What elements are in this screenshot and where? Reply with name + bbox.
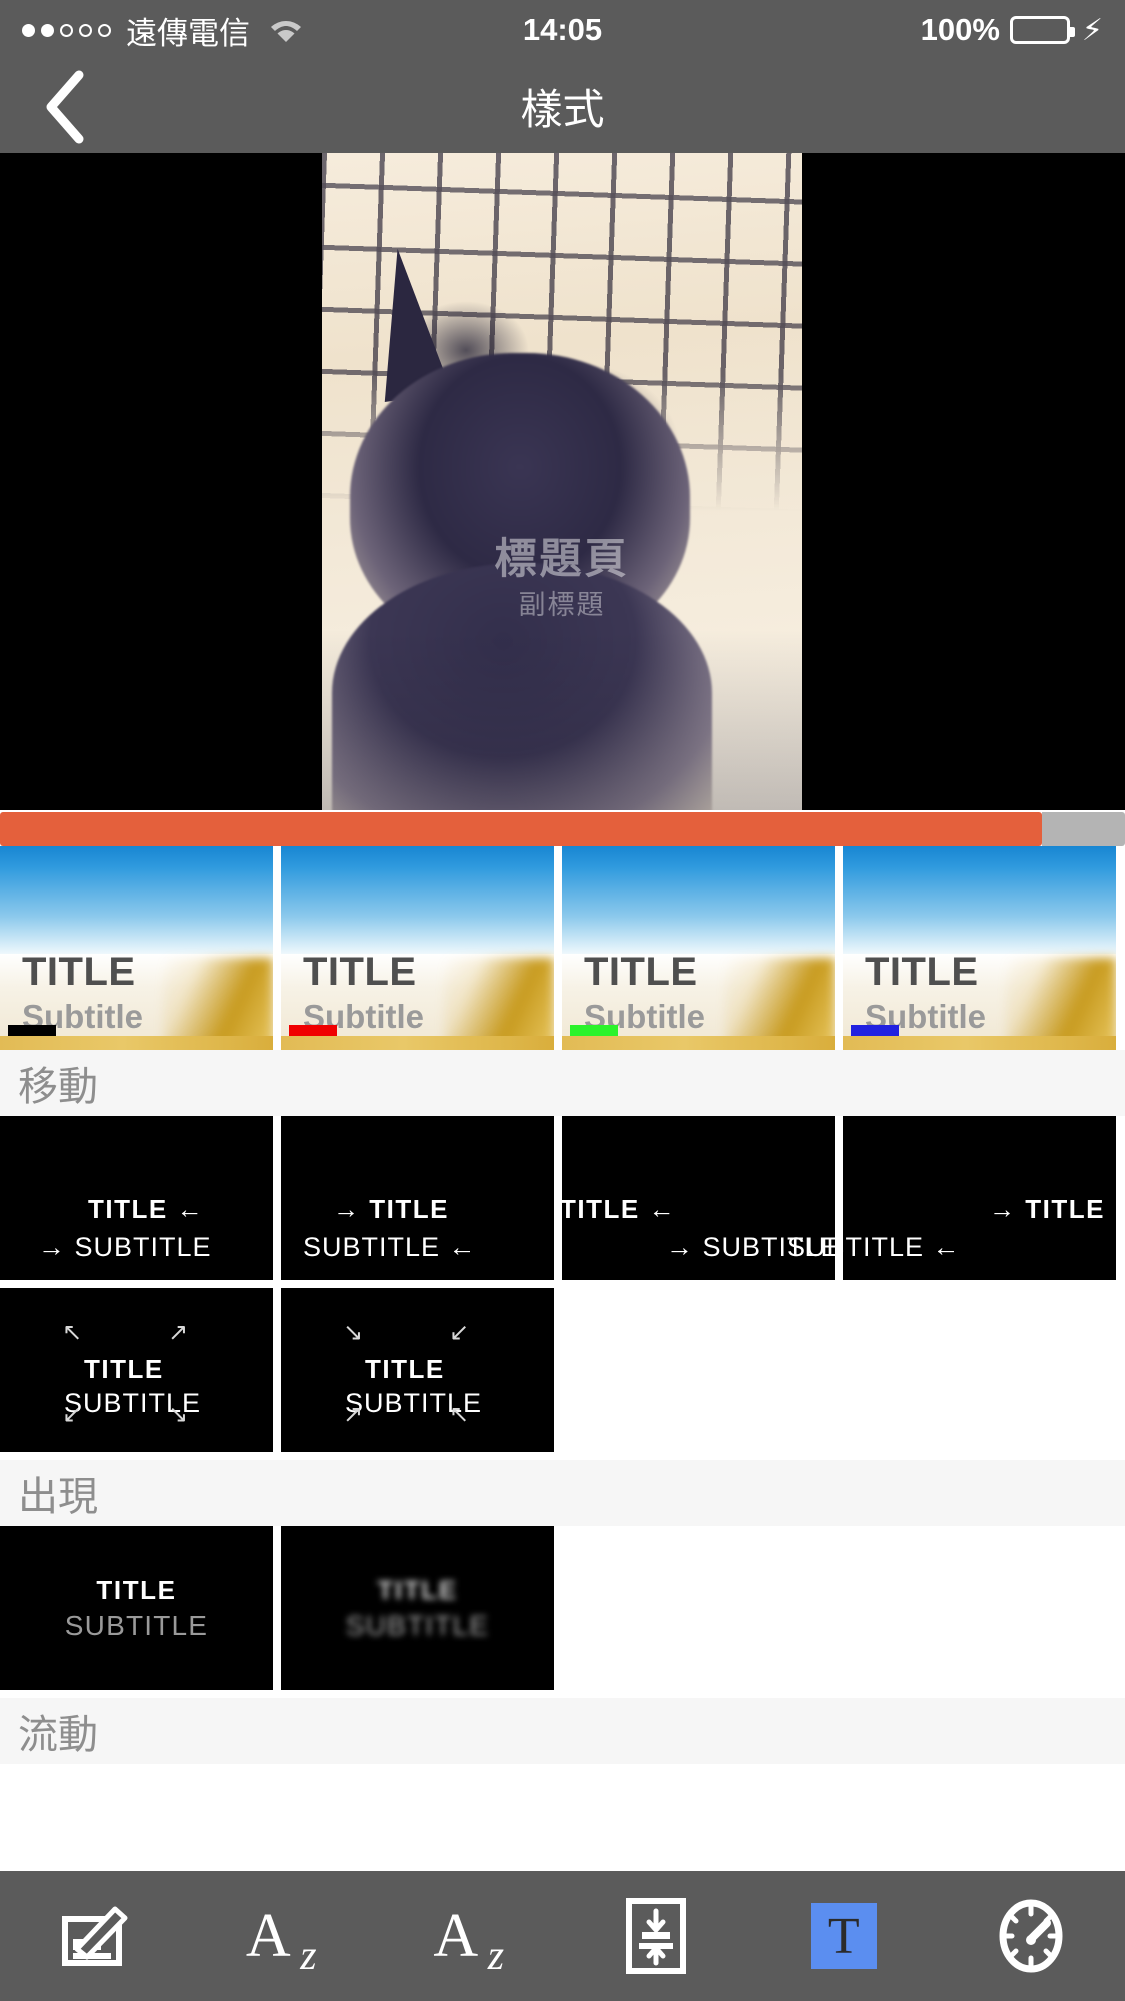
edit-signature-button[interactable] xyxy=(0,1871,188,2001)
motion-card-row-2: ↖ ↗ TITLE SUBTITLE ↙ ↘ ↘ ↙ TITLE SUBTITL… xyxy=(0,1288,1125,1452)
appear-title: TITLE xyxy=(377,1574,458,1605)
arrow-left-icon: ← xyxy=(932,1232,961,1262)
motion-subtitle: SUBTITLE xyxy=(74,1232,212,1262)
carrier-label: 遠傳電信 xyxy=(126,15,250,51)
battery-icon xyxy=(1009,16,1075,44)
arrow-right-icon: → xyxy=(989,1194,1017,1224)
arrow-down-left-icon: ↙ xyxy=(62,1401,83,1428)
appear-subtitle: SUBTITLE xyxy=(345,1609,490,1641)
appear-subtitle: SUBTITLE xyxy=(64,1609,209,1641)
page-title: 樣式 xyxy=(520,86,605,133)
arrow-up-right-icon: ↗ xyxy=(343,1401,364,1428)
back-button[interactable] xyxy=(14,60,114,153)
text-style-t-icon: T xyxy=(810,1903,877,1969)
card-accent-bar xyxy=(851,1025,899,1036)
card-accent-bar xyxy=(8,1025,56,1036)
card-sky xyxy=(0,846,273,960)
card-bottom-strip xyxy=(843,1036,1116,1050)
scrubber-fill[interactable] xyxy=(0,812,1042,846)
wifi-icon xyxy=(269,17,303,43)
motion-card[interactable]: TITLE ← → SUBTITLE xyxy=(0,1116,273,1280)
section-heading-flow: 流動 xyxy=(0,1698,1125,1764)
motion-subtitle: SUBTITLE xyxy=(787,1232,925,1262)
arrow-up-left-icon: ↖ xyxy=(62,1319,83,1346)
appear-card[interactable]: TITLE SUBTITLE xyxy=(281,1526,554,1690)
battery-percent-label: 100% xyxy=(920,12,1000,47)
motion-card[interactable]: → TITLE SUBTITLE ← xyxy=(281,1116,554,1280)
line-spacing-icon xyxy=(626,1898,687,1974)
arrow-right-icon: → xyxy=(333,1194,361,1224)
style-card[interactable]: TITLE Subtitle xyxy=(0,846,273,1050)
signal-strength-icon xyxy=(22,23,111,37)
motion-card[interactable]: → TITLE SUBTITLE ← xyxy=(787,1116,1116,1280)
overlay-subtitle[interactable]: 副標題 xyxy=(322,583,802,622)
motion-title: TITLE xyxy=(369,1194,449,1224)
arrow-left-icon: ← xyxy=(648,1194,676,1224)
card-bottom-strip xyxy=(281,1036,554,1050)
edit-signature-icon xyxy=(61,1906,128,1966)
motion-card[interactable]: ↘ ↙ TITLE SUBTITLE ↗ ↖ xyxy=(281,1288,554,1452)
font-size-az-icon: Az xyxy=(433,1902,505,1979)
motion-title: TITLE xyxy=(1025,1194,1105,1224)
preview-photo: 標題頁 副標題 xyxy=(322,153,802,810)
card-sky xyxy=(281,846,554,960)
scrubber-track[interactable] xyxy=(1042,812,1125,846)
status-bar: 遠傳電信 14:05 100% ⚡ xyxy=(0,0,1125,60)
card-title: TITLE xyxy=(303,950,417,994)
card-title: TITLE xyxy=(22,950,136,994)
line-spacing-button[interactable] xyxy=(563,1871,751,2001)
arrow-right-icon: → xyxy=(666,1232,694,1262)
status-bar-left: 遠傳電信 xyxy=(22,8,563,53)
arrow-left-icon: ← xyxy=(448,1232,477,1262)
style-card[interactable]: TITLE Subtitle xyxy=(843,846,1116,1050)
motion-card-row: TITLE ← → SUBTITLE → TITLE SUBTITLE ← TI… xyxy=(0,1116,1125,1280)
arrow-down-left-icon: ↙ xyxy=(449,1319,470,1346)
chevron-left-icon xyxy=(46,70,84,143)
motion-title: TITLE xyxy=(365,1354,445,1384)
card-accent-bar xyxy=(289,1025,337,1036)
app-root: 遠傳電信 14:05 100% ⚡ 樣式 標題頁 副標題 TITLE Subti… xyxy=(0,0,1125,2001)
arrow-left-icon: ← xyxy=(176,1194,204,1224)
bolt-icon: ⚡ xyxy=(1081,13,1103,47)
card-title: TITLE xyxy=(865,950,979,994)
card-accent-bar xyxy=(570,1025,618,1036)
appear-card[interactable]: TITLE SUBTITLE xyxy=(0,1526,273,1690)
appear-card-row: TITLE SUBTITLE TITLE SUBTITLE xyxy=(0,1526,1125,1690)
font-size-button[interactable]: Az xyxy=(375,1871,563,2001)
arrow-up-left-icon: ↖ xyxy=(449,1401,470,1428)
motion-title: TITLE xyxy=(560,1194,640,1224)
status-bar-right: 100% ⚡ xyxy=(563,12,1103,48)
arrow-down-right-icon: ↘ xyxy=(168,1401,189,1428)
section-heading-appear: 出現 xyxy=(0,1460,1125,1526)
section-heading-move: 移動 xyxy=(0,1050,1125,1116)
motion-title: TITLE xyxy=(84,1354,164,1384)
speed-gauge-icon xyxy=(999,1899,1063,1973)
card-title: TITLE xyxy=(584,950,698,994)
nav-bar: 樣式 xyxy=(0,60,1125,153)
style-card[interactable]: TITLE Subtitle xyxy=(281,846,554,1050)
font-az-icon: Az xyxy=(245,1902,317,1979)
motion-subtitle: SUBTITLE xyxy=(303,1232,441,1262)
speed-button[interactable] xyxy=(938,1871,1125,2001)
style-card[interactable]: TITLE Subtitle xyxy=(562,846,835,1050)
appear-title: TITLE xyxy=(96,1574,177,1605)
text-style-button[interactable]: T xyxy=(750,1871,938,2001)
timeline-scrubber[interactable] xyxy=(0,812,1125,846)
style-card-row: TITLE Subtitle TITLE Subtitle TITLE Subt… xyxy=(0,846,1125,1050)
card-bottom-strip xyxy=(562,1036,835,1050)
style-list-scroll[interactable]: TITLE Subtitle TITLE Subtitle TITLE Subt… xyxy=(0,846,1125,1871)
arrow-up-right-icon: ↗ xyxy=(168,1319,189,1346)
arrow-down-right-icon: ↘ xyxy=(343,1319,364,1346)
card-sky xyxy=(562,846,835,960)
font-family-button[interactable]: Az xyxy=(188,1871,376,2001)
card-sky xyxy=(843,846,1116,960)
bottom-toolbar: Az Az T xyxy=(0,1871,1125,2001)
arrow-right-icon: → xyxy=(38,1232,66,1262)
motion-title: TITLE xyxy=(88,1194,168,1224)
preview-canvas[interactable]: 標題頁 副標題 xyxy=(0,153,1125,810)
photo-shade xyxy=(322,630,802,810)
motion-card[interactable]: ↖ ↗ TITLE SUBTITLE ↙ ↘ xyxy=(0,1288,273,1452)
card-bottom-strip xyxy=(0,1036,273,1050)
overlay-title[interactable]: 標題頁 xyxy=(322,525,802,586)
